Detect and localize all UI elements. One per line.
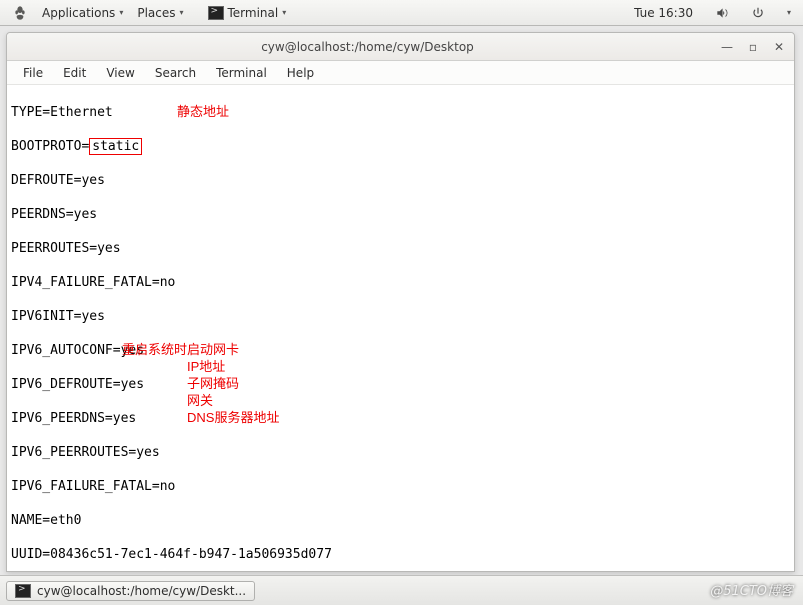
watermark-text: @51CTO博客 [710,580,793,599]
menu-terminal[interactable]: Terminal [208,64,275,82]
terminal-icon [208,6,224,20]
annotation-gateway: 网关 [187,392,213,409]
cfg-line: IPV6INIT=yes [11,308,790,325]
annotation-static: 静态地址 [177,103,229,120]
task-label: cyw@localhost:/home/cyw/Deskt... [37,584,246,598]
cfg-line: TYPE=Ethernet [11,104,790,121]
cfg-line: IPV6_DEFROUTE=yes [11,376,790,393]
menubar: File Edit View Search Terminal Help [7,61,794,85]
menu-edit[interactable]: Edit [55,64,94,82]
power-icon[interactable] [745,4,771,22]
cfg-line: IPV6_PEERDNS=yes [11,410,790,427]
menu-view[interactable]: View [98,64,142,82]
annotation-dns: DNS服务器地址 [187,409,279,426]
active-app-indicator[interactable]: Terminal ▾ [202,4,293,22]
cfg-line: PEERROUTES=yes [11,240,790,257]
cfg-line: BOOTPROTO=static [11,138,790,155]
activities-foot-icon[interactable] [6,3,34,23]
chevron-down-icon: ▾ [787,8,791,17]
chevron-down-icon: ▾ [119,8,123,17]
annotation-netmask: 子网掩码 [187,375,239,392]
annotation-onboot: 重启系统时启动网卡 [122,341,239,358]
cfg-line: IPV6_FAILURE_FATAL=no [11,478,790,495]
highlight-box-bootproto: static [89,138,142,155]
chevron-down-icon: ▾ [282,8,286,17]
window-controls: — ▫ ✕ [720,40,786,54]
cfg-line: UUID=08436c51-7ec1-464f-b947-1a506935d07… [11,546,790,563]
gnome-topbar: Applications ▾ Places ▾ Terminal ▾ Tue 1… [0,0,803,26]
maximize-button[interactable]: ▫ [746,40,760,54]
cfg-line: NAME=eth0 [11,512,790,529]
menu-search[interactable]: Search [147,64,204,82]
taskbar-item-terminal[interactable]: cyw@localhost:/home/cyw/Deskt... [6,581,255,601]
cfg-line: IPV6_PEERROUTES=yes [11,444,790,461]
bottom-taskbar: cyw@localhost:/home/cyw/Deskt... [0,575,803,605]
gnome-foot-icon [12,5,28,21]
annotation-ipaddr: IP地址 [187,358,225,375]
window-titlebar[interactable]: cyw@localhost:/home/cyw/Desktop — ▫ ✕ [7,33,794,61]
places-menu[interactable]: Places ▾ [131,4,189,22]
cfg-line: IPV4_FAILURE_FATAL=no [11,274,790,291]
user-menu-chevron[interactable]: ▾ [781,6,797,19]
cfg-line: PEERDNS=yes [11,206,790,223]
menu-help[interactable]: Help [279,64,322,82]
places-label: Places [137,6,175,20]
terminal-output[interactable]: TYPE=Ethernet BOOTPROTO=static DEFROUTE=… [7,85,794,571]
close-button[interactable]: ✕ [772,40,786,54]
terminal-window: cyw@localhost:/home/cyw/Desktop — ▫ ✕ Fi… [6,32,795,572]
clock[interactable]: Tue 16:30 [628,4,699,22]
volume-icon[interactable] [709,4,735,22]
terminal-icon [15,584,31,598]
active-app-label: Terminal [228,6,279,20]
cfg-line: DEFROUTE=yes [11,172,790,189]
minimize-button[interactable]: — [720,40,734,54]
clock-label: Tue 16:30 [634,6,693,20]
chevron-down-icon: ▾ [179,8,183,17]
menu-file[interactable]: File [15,64,51,82]
applications-label: Applications [42,6,115,20]
window-title: cyw@localhost:/home/cyw/Desktop [15,40,720,54]
applications-menu[interactable]: Applications ▾ [36,4,129,22]
